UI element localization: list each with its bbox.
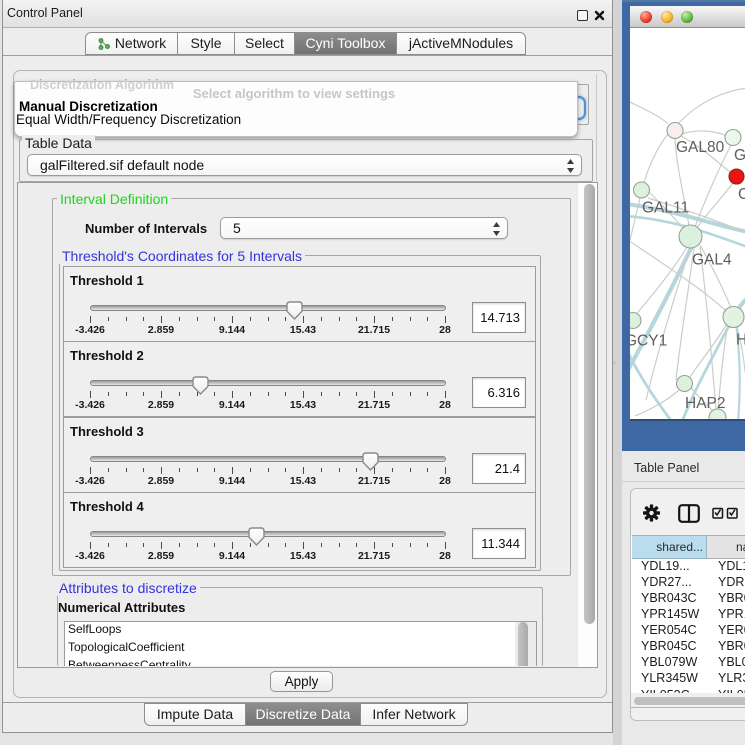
svg-text:GA: GA [734, 147, 745, 164]
svg-text:HAP2: HAP2 [685, 395, 726, 412]
svg-text:GAL11: GAL11 [642, 200, 689, 217]
svg-text:GAL80: GAL80 [676, 139, 725, 156]
svg-text:H: H [736, 332, 745, 349]
svg-text:GAL4: GAL4 [692, 252, 732, 269]
svg-text:GCY1: GCY1 [630, 333, 667, 350]
svg-text:C: C [738, 186, 745, 203]
